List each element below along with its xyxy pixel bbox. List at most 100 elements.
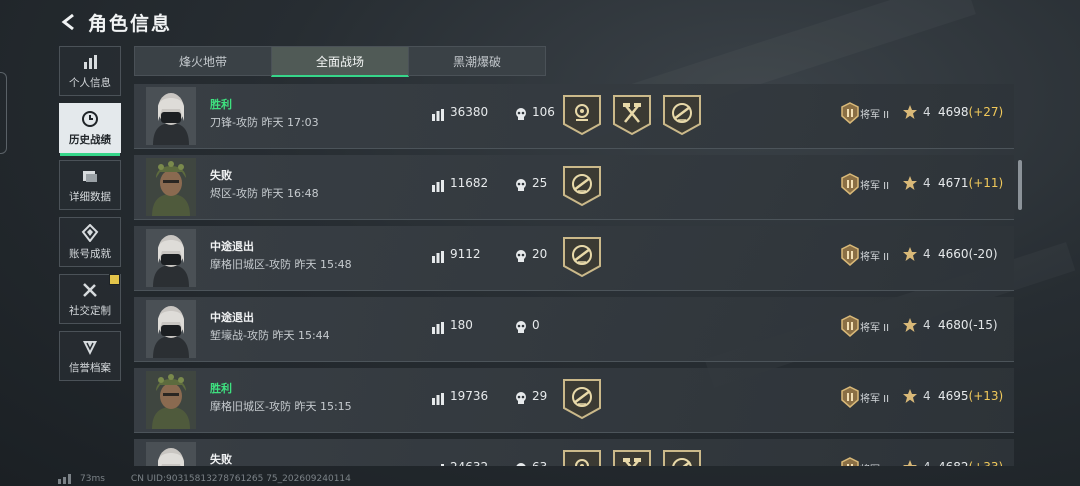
rating-value: 4680(-15) [938,318,998,332]
skull-icon [516,392,526,404]
match-history-list[interactable]: 胜利 刀锋-攻防 昨天 17:03 36380 106 将军 II 4 4698… [134,84,1014,466]
match-result: 胜利 [210,382,232,395]
operator-mask-avatar [146,300,196,358]
tab-hazard-zone[interactable]: 烽火地带 [134,46,272,76]
rating-change: (+13) [968,389,1004,403]
match-row[interactable]: 胜利 刀锋-攻防 昨天 17:03 36380 106 将军 II 4 4698… [134,84,1014,149]
rifle-medal-icon[interactable] [662,449,702,466]
match-row[interactable]: 中途退出 摩格旧城区-攻防 昨天 15:48 9112 20 将军 II 4 4… [134,226,1014,291]
sidebar-item-social-custom[interactable]: 社交定制 [59,274,121,324]
rifle-medal-icon[interactable] [662,94,702,136]
skull-icon [516,321,526,333]
rifle-medal-icon[interactable] [562,236,602,278]
page-header: 角色信息 [58,6,172,38]
rank-name: 将军 II [860,252,890,263]
rating-change: (+11) [968,176,1004,190]
sidebar-item-match-history[interactable]: 历史战绩 [59,103,121,156]
star-count: 4 [923,318,931,332]
star-count: 4 [923,389,931,403]
rating-number: 4698 [938,105,969,119]
match-detail: 摩格旧城区-攻防 昨天 15:15 [210,400,352,413]
rank-badge-icon [841,173,859,195]
rifle-medal-icon[interactable] [562,165,602,207]
tab-dark-tide[interactable]: 黑潮爆破 [408,46,546,76]
rating-number: 4680 [938,318,969,332]
rank-badge-icon [841,386,859,408]
match-result: 失败 [210,453,232,466]
rank-badge-icon [841,315,859,337]
star-count: 4 [923,105,931,119]
match-detail: 堑壕战-攻防 昨天 15:44 [210,329,330,342]
medal-list [562,449,712,466]
rating-value: 4695(+13) [938,389,1003,403]
back-arrow-icon[interactable] [58,11,80,33]
scrollbar[interactable] [1018,160,1022,210]
match-score: 11682 [450,176,489,190]
rating-value: 4671(+11) [938,176,1003,190]
match-kills: 25 [532,176,548,190]
match-row[interactable]: 失败 24632 63 将军 II 4 4682(+33) [134,439,1014,466]
match-row[interactable]: 胜利 摩格旧城区-攻防 昨天 15:15 19736 29 将军 II 4 46… [134,368,1014,433]
bar-chart-icon [84,54,97,69]
match-result: 失败 [210,169,232,182]
match-score: 36380 [450,105,489,119]
mode-tabs: 烽火地带 全面战场 黑潮爆破 [134,46,546,77]
sidebar-item-label: 历史战绩 [69,133,111,146]
match-kills: 29 [532,389,548,403]
left-edge-handle[interactable] [0,72,7,154]
operator-mask-avatar [146,229,196,287]
network-signal-icon [58,474,71,484]
rating-number: 4671 [938,176,969,190]
match-result: 胜利 [210,98,232,111]
operator-camo-avatar [146,371,196,429]
rank-name: 将军 II [860,110,890,121]
rose-medal-icon[interactable] [562,94,602,136]
notification-badge [109,274,120,285]
star-icon [903,460,917,466]
star-icon [903,176,917,190]
medal-list [562,165,612,207]
medal-list [562,378,612,420]
match-result: 中途退出 [210,240,254,253]
folder-icon [83,170,97,182]
match-score: 180 [450,318,473,332]
match-kills: 106 [532,105,555,119]
rank-badge-icon [841,244,859,266]
rifle-medal-icon[interactable] [562,378,602,420]
rating-value: 4698(+27) [938,105,1003,119]
match-score: 9112 [450,247,481,261]
match-score: 24632 [450,460,488,466]
score-bar-icon [441,464,444,466]
page-title: 角色信息 [88,12,173,35]
star-icon [903,247,917,261]
sidebar-item-label: 详细数据 [69,190,111,203]
hammer-medal-icon[interactable] [612,449,652,466]
score-bar-icon [432,322,444,334]
star-count: 4 [923,247,931,261]
match-detail: 烬区-攻防 昨天 16:48 [210,187,319,200]
sidebar-item-achievements[interactable]: 账号成就 [59,217,121,267]
sidebar-item-personal-info[interactable]: 个人信息 [59,46,121,96]
skull-icon [516,463,526,466]
rank-badge-icon [841,457,859,466]
match-kills: 63 [532,460,547,466]
clock-icon [82,110,98,127]
sidebar-item-detailed-data[interactable]: 详细数据 [59,160,121,210]
match-row[interactable]: 中途退出 堑壕战-攻防 昨天 15:44 180 0 将军 II 4 4680(… [134,297,1014,362]
operator-camo-avatar [146,158,196,216]
sidebar-item-credit-record[interactable]: 信誉档案 [59,331,121,381]
star-icon [903,318,917,332]
match-result: 中途退出 [210,311,254,324]
sidebar-item-label: 社交定制 [69,304,111,317]
match-row[interactable]: 失败 烬区-攻防 昨天 16:48 11682 25 将军 II 4 4671(… [134,155,1014,220]
tab-all-out-warfare[interactable]: 全面战场 [271,46,409,77]
hammer-medal-icon[interactable] [612,94,652,136]
rating-change: (-20) [968,247,998,261]
rose-medal-icon[interactable] [562,449,602,466]
match-detail: 摩格旧城区-攻防 昨天 15:48 [210,258,352,271]
rating-change: (+27) [968,105,1004,119]
sidebar: 个人信息 历史战绩 详细数据 账号成就 社交定制 信誉档案 [59,46,121,388]
operator-mask-avatar [146,87,196,145]
skull-icon [516,179,526,191]
skull-icon [516,108,526,120]
